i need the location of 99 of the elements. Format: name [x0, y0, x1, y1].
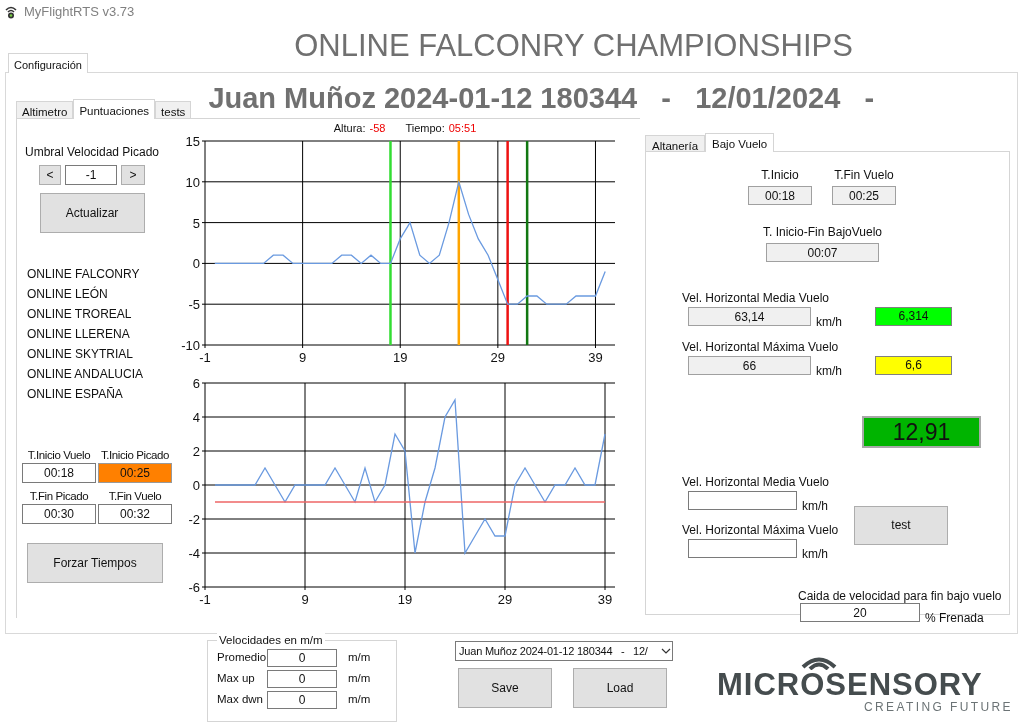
tick-label: -10	[181, 338, 200, 353]
input-field[interactable]	[688, 539, 797, 558]
competition-label: ONLINE SKYTRIAL	[27, 346, 135, 363]
tick-label: -1	[199, 592, 211, 607]
duration-field: 00:07	[766, 243, 879, 262]
logo-tagline: CREATING FUTURE	[863, 700, 1013, 714]
time-field[interactable]: 00:25	[98, 463, 172, 483]
tick-label: -2	[188, 512, 200, 527]
score-box: 6,6	[875, 356, 952, 375]
logo-name: MICROSENSORY	[717, 670, 984, 700]
session-title: Juan Muñoz 2024-01-12 180344 - 12/01/2024 -	[208, 81, 875, 115]
tick-label: 19	[393, 350, 408, 365]
wifi-icon	[799, 654, 839, 670]
input-field[interactable]: 0	[267, 670, 337, 688]
tick-label: 15	[185, 134, 200, 149]
field-label: Vel. Horizontal Máxima Vuelo	[682, 340, 840, 354]
time-field: 00:18	[748, 186, 812, 205]
group-title: Velocidades en m/m	[217, 633, 325, 647]
competition-label: ONLINE FALCONRY	[27, 266, 141, 283]
decrement-button[interactable]: <	[39, 165, 61, 185]
competition-label: ONLINE TROREAL	[27, 306, 133, 323]
session-dropdown[interactable]: Juan Muñoz 2024-01-12 180344 - 12/	[455, 641, 673, 661]
app-icon	[4, 5, 18, 19]
field-label: T.Inicio	[761, 168, 799, 182]
tick-label: 19	[397, 592, 413, 607]
field-label: T.Inicio Picado	[99, 448, 171, 463]
force-times-button[interactable]: Forzar Tiempos	[27, 543, 163, 583]
input-field[interactable]: 20	[800, 603, 920, 622]
tick-label: -1	[199, 350, 211, 365]
tick-label: 10	[185, 174, 200, 190]
tick-label: -6	[188, 580, 200, 595]
tick-label: 39	[588, 350, 603, 365]
tick-label: 4	[192, 410, 200, 425]
action-button[interactable]: Save	[458, 668, 552, 708]
field-label: T. Inicio-Fin BajoVuelo	[763, 225, 882, 239]
time-field: 00:25	[832, 186, 896, 205]
tab[interactable]: Bajo Vuelo	[705, 133, 775, 152]
window-title: MyFlightRTS v3.73	[24, 3, 135, 22]
tab[interactable]: Altanería	[645, 135, 706, 151]
tab[interactable]: tests	[155, 101, 192, 118]
page-heading: ONLINE FALCONRY CHAMPIONSHIPS	[293, 26, 854, 65]
readout-label: Altura:	[333, 122, 366, 134]
competition-label: ONLINE ESPAÑA	[27, 386, 124, 403]
input-field[interactable]: 0	[267, 649, 337, 667]
competition-label: ONLINE LLERENA	[27, 326, 131, 343]
field-label: T.Fin Picado	[28, 489, 90, 504]
field-label: Promedio	[217, 650, 267, 666]
time-field[interactable]: 00:30	[22, 504, 96, 524]
tab[interactable]: Altimetro	[16, 101, 74, 118]
tick-label: 0	[192, 478, 200, 493]
tick-label: 9	[299, 350, 307, 365]
action-button[interactable]: Load	[573, 668, 667, 708]
unit-label: km/h	[815, 314, 843, 331]
unit-label: km/h	[800, 546, 829, 563]
update-button[interactable]: Actualizar	[39, 193, 145, 233]
increment-button[interactable]: >	[121, 165, 145, 185]
field-label: Vel. Horizontal Media Vuelo	[682, 475, 830, 489]
unit-label: % Frenada	[924, 610, 984, 627]
unit-label: km/h	[800, 498, 829, 515]
tick-label: 39	[597, 592, 613, 607]
unit-label: m/m	[348, 650, 371, 666]
speed-field: 63,14	[688, 307, 811, 326]
field-label: T.Fin Vuelo	[107, 489, 163, 504]
tick-label: -4	[188, 546, 200, 561]
tick-label: -5	[188, 297, 200, 313]
field-label: Vel. Horizontal Máxima Vuelo	[682, 523, 840, 537]
readout-label: Tiempo:	[405, 122, 445, 134]
field-label: Vel. Horizontal Media Vuelo	[682, 291, 830, 305]
unit-label: km/h	[815, 363, 843, 380]
unit-label: m/m	[348, 692, 371, 708]
time-field[interactable]: 00:32	[98, 504, 172, 524]
field-label: Max up	[217, 671, 256, 687]
tick-label: 0	[192, 256, 200, 272]
competition-label: ONLINE ANDALUCIA	[27, 366, 145, 383]
field-label: Umbral Velocidad Picado	[24, 145, 160, 159]
tick-label: 29	[497, 592, 513, 607]
readout-value: 05:51	[448, 122, 477, 134]
speed-field: 66	[688, 356, 811, 375]
input-field[interactable]	[688, 491, 797, 510]
field-label: T.Fin Vuelo	[834, 168, 894, 182]
tab[interactable]: Configuración	[8, 53, 88, 73]
input-field[interactable]: 0	[267, 691, 337, 709]
unit-label: m/m	[348, 671, 371, 687]
score-box: 6,314	[875, 307, 952, 326]
readout-value: -58	[369, 122, 386, 134]
total-score: 12,91	[862, 416, 981, 448]
field-label: Caida de velocidad para fin bajo vuelo	[798, 589, 1003, 603]
competition-label: ONLINE LEÓN	[27, 285, 109, 303]
field-label: T.Inicio Vuelo	[26, 448, 92, 463]
test-button[interactable]: test	[854, 505, 948, 545]
tick-label: 6	[192, 376, 200, 391]
tick-label: 2	[192, 444, 200, 459]
tick-label: 29	[490, 350, 506, 365]
time-field[interactable]: 00:18	[22, 463, 96, 483]
field-label: Max dwn	[217, 692, 265, 708]
threshold-field[interactable]: -1	[65, 165, 117, 185]
tick-label: 5	[192, 215, 200, 231]
tab[interactable]: Puntuaciones	[73, 99, 156, 119]
tick-label: 9	[301, 592, 309, 607]
